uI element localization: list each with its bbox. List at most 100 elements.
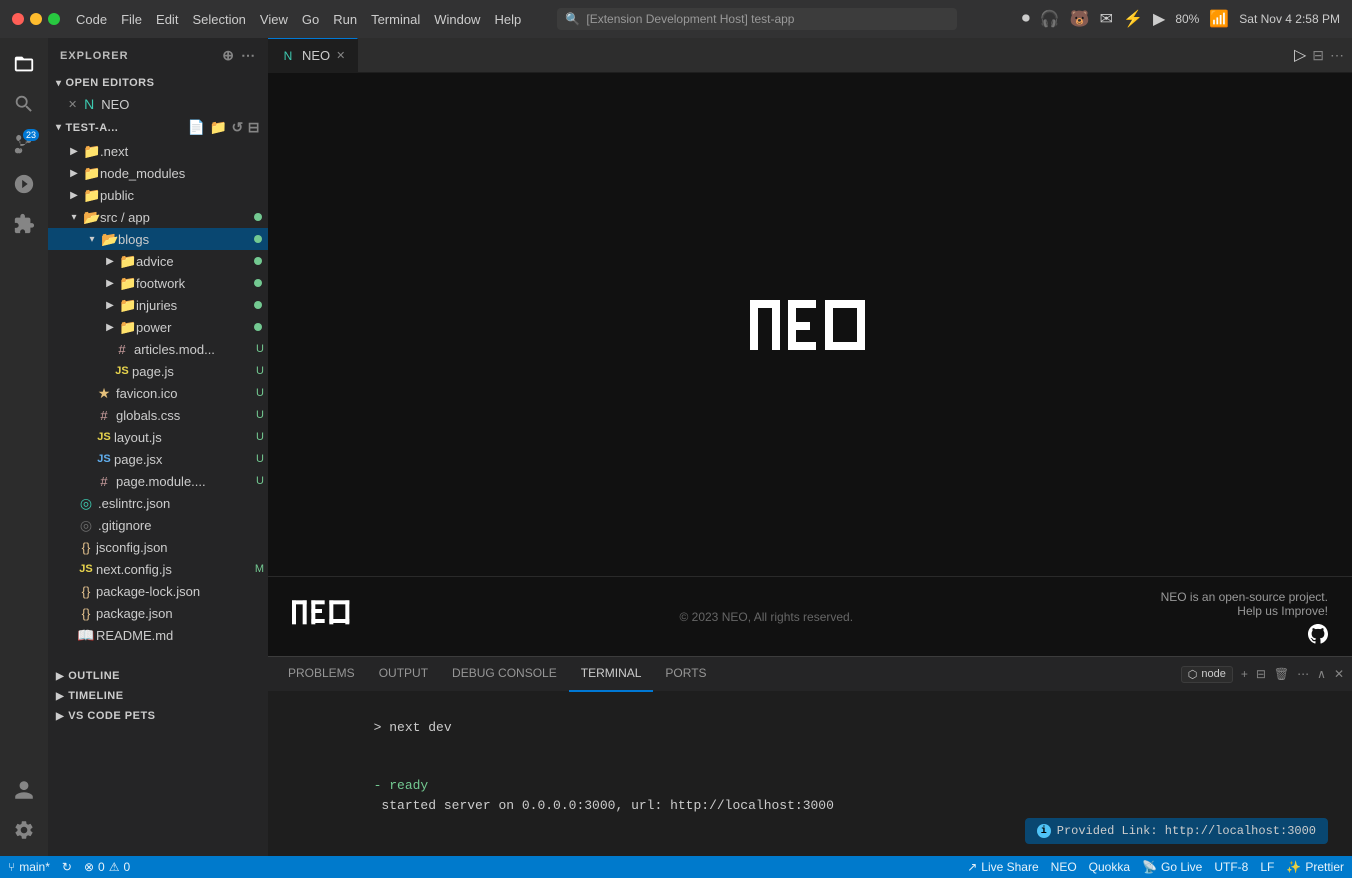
timeline-label: TIMELINE xyxy=(68,690,123,702)
source-control-activity-icon[interactable]: 23 xyxy=(6,126,42,162)
vs-code-pets-section[interactable]: ▶ VS CODE PETS xyxy=(48,706,268,726)
mail-icon[interactable]: ✉ xyxy=(1100,9,1113,29)
go-live-status[interactable]: 📡 Go Live xyxy=(1142,860,1202,874)
tree-item-blogs[interactable]: ▾ 📂 blogs xyxy=(48,228,268,250)
menu-selection[interactable]: Selection xyxy=(192,12,245,27)
page-js-blogs-icon: JS xyxy=(114,363,130,379)
animal-icon[interactable]: 🐻 xyxy=(1070,9,1090,29)
debug-console-tab[interactable]: DEBUG CONSOLE xyxy=(440,657,569,692)
tree-item-package-json[interactable]: {} package.json xyxy=(48,602,268,624)
open-editor-neo[interactable]: ✕ N NEO xyxy=(48,93,268,115)
tree-item-package-lock[interactable]: {} package-lock.json xyxy=(48,580,268,602)
errors-status[interactable]: ⊗ 0 ⚠ 0 xyxy=(84,860,130,874)
new-file-icon[interactable]: ⊕ xyxy=(222,47,235,64)
bluetooth-icon[interactable]: ⚡ xyxy=(1123,9,1143,29)
terminal-tab[interactable]: TERMINAL xyxy=(569,657,654,692)
tree-item-public[interactable]: ▶ 📁 public xyxy=(48,184,268,206)
headphone-icon[interactable]: 🎧 xyxy=(1040,9,1060,29)
info-icon: i xyxy=(1037,824,1051,838)
menu-terminal[interactable]: Terminal xyxy=(371,12,420,27)
github-icon[interactable] xyxy=(1308,624,1328,644)
run-preview-icon[interactable]: ▷ xyxy=(1294,45,1306,65)
close-neo-icon[interactable]: ✕ xyxy=(68,98,77,111)
new-folder-explorer-icon[interactable]: 📁 xyxy=(210,119,228,136)
tree-item-advice[interactable]: ▶ 📁 advice xyxy=(48,250,268,272)
tree-item-src-app[interactable]: ▾ 📂 src / app xyxy=(48,206,268,228)
explorer-activity-icon[interactable] xyxy=(6,46,42,82)
extensions-activity-icon[interactable] xyxy=(6,206,42,242)
wifi-icon[interactable]: 📶 xyxy=(1209,9,1229,29)
search-text: [Extension Development Host] test-app xyxy=(586,12,794,26)
timeline-section[interactable]: ▶ TIMELINE xyxy=(48,686,268,706)
fullscreen-window-button[interactable] xyxy=(48,13,60,25)
close-window-button[interactable] xyxy=(12,13,24,25)
quokka-status[interactable]: Quokka xyxy=(1089,860,1130,874)
localhost-tooltip[interactable]: i Provided Link: http://localhost:3000 xyxy=(1025,818,1328,844)
eslintrc-label: .eslintrc.json xyxy=(98,496,268,511)
menu-window[interactable]: Window xyxy=(434,12,480,27)
sync-status[interactable]: ↻ xyxy=(62,860,72,874)
split-editor-icon[interactable]: ⊟ xyxy=(1312,47,1324,64)
problems-tab[interactable]: PROBLEMS xyxy=(276,657,367,692)
menu-help[interactable]: Help xyxy=(494,12,521,27)
new-file-explorer-icon[interactable]: 📄 xyxy=(188,119,206,136)
tree-item-next[interactable]: ▶ 📁 .next xyxy=(48,140,268,162)
open-editors-section[interactable]: ▾ OPEN EDITORS xyxy=(48,73,268,93)
tab-bar-more-icon[interactable]: ⋯ xyxy=(1330,47,1344,64)
ports-tab[interactable]: PORTS xyxy=(653,657,718,692)
tree-item-eslintrc[interactable]: ◎ .eslintrc.json xyxy=(48,492,268,514)
tree-item-gitignore[interactable]: ◎ .gitignore xyxy=(48,514,268,536)
terminal-more-icon[interactable]: ⋯ xyxy=(1297,667,1309,681)
encoding-status[interactable]: UTF-8 xyxy=(1214,860,1248,874)
tree-item-power[interactable]: ▶ 📁 power xyxy=(48,316,268,338)
tree-item-page-module[interactable]: # page.module.... U xyxy=(48,470,268,492)
command-palette[interactable]: 🔍 [Extension Development Host] test-app xyxy=(557,8,957,30)
menu-run[interactable]: Run xyxy=(333,12,357,27)
neo-tab[interactable]: N NEO ✕ xyxy=(268,38,358,72)
test-app-chevron: ▾ xyxy=(56,122,62,133)
neo-tab-close[interactable]: ✕ xyxy=(336,49,345,62)
run-debug-activity-icon[interactable] xyxy=(6,166,42,202)
refresh-explorer-icon[interactable]: ↺ xyxy=(232,119,244,136)
tree-item-globals-css[interactable]: # globals.css U xyxy=(48,404,268,426)
live-share-status[interactable]: ↗ Live Share xyxy=(967,860,1038,874)
more-options-icon[interactable]: ⋯ xyxy=(241,47,256,64)
tree-item-favicon[interactable]: ★ favicon.ico U xyxy=(48,382,268,404)
page-js-blogs-badge: U xyxy=(256,365,264,377)
tree-item-page-jsx[interactable]: JS page.jsx U xyxy=(48,448,268,470)
tree-item-jsconfig[interactable]: {} jsconfig.json xyxy=(48,536,268,558)
account-activity-icon[interactable] xyxy=(6,772,42,808)
collapse-all-explorer-icon[interactable]: ⊟ xyxy=(248,119,260,136)
terminal-maximize-icon[interactable]: ∧ xyxy=(1317,667,1326,681)
terminal-close-icon[interactable]: ✕ xyxy=(1334,667,1344,681)
menu-file[interactable]: File xyxy=(121,12,142,27)
tree-item-layout-js[interactable]: JS layout.js U xyxy=(48,426,268,448)
menu-code[interactable]: Code xyxy=(76,12,107,27)
output-tab[interactable]: OUTPUT xyxy=(367,657,440,692)
tree-item-readme[interactable]: 📖 README.md xyxy=(48,624,268,646)
tree-item-footwork[interactable]: ▶ 📁 footwork xyxy=(48,272,268,294)
tree-item-next-config[interactable]: JS next.config.js M xyxy=(48,558,268,580)
search-activity-icon[interactable] xyxy=(6,86,42,122)
neo-status[interactable]: NEO xyxy=(1051,860,1077,874)
test-app-section[interactable]: ▾ TEST-A... 📄 📁 ↺ ⊟ xyxy=(48,115,268,140)
minimize-window-button[interactable] xyxy=(30,13,42,25)
settings-activity-icon[interactable] xyxy=(6,812,42,848)
tree-item-articles-mod[interactable]: # articles.mod... U xyxy=(48,338,268,360)
line-ending-status[interactable]: LF xyxy=(1260,860,1274,874)
branch-status[interactable]: ⑂ main* xyxy=(8,860,50,874)
prettier-status[interactable]: ✨ Prettier xyxy=(1286,860,1344,874)
outline-section[interactable]: ▶ OUTLINE xyxy=(48,666,268,686)
delete-terminal-icon[interactable]: 🗑 xyxy=(1274,667,1289,681)
play-icon[interactable]: ▶ xyxy=(1153,9,1165,29)
menu-view[interactable]: View xyxy=(260,12,288,27)
record-icon[interactable]: ⏺ xyxy=(1022,10,1030,28)
add-terminal-icon[interactable]: + xyxy=(1241,667,1248,681)
tree-item-injuries[interactable]: ▶ 📁 injuries xyxy=(48,294,268,316)
tree-item-node-modules[interactable]: ▶ 📁 node_modules xyxy=(48,162,268,184)
eslintrc-icon: ◎ xyxy=(78,495,94,511)
menu-edit[interactable]: Edit xyxy=(156,12,178,27)
menu-go[interactable]: Go xyxy=(302,12,319,27)
split-terminal-icon[interactable]: ⊟ xyxy=(1256,667,1266,681)
tree-item-page-js-blogs[interactable]: JS page.js U xyxy=(48,360,268,382)
